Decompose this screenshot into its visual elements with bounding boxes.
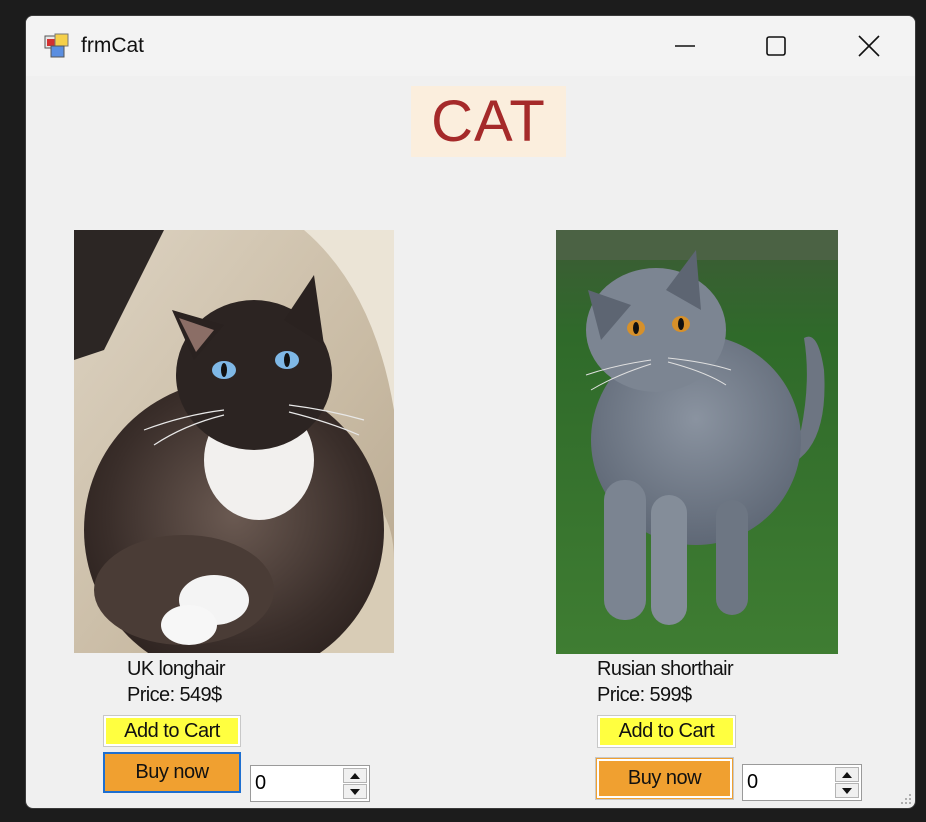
- arrow-up-icon: [350, 772, 360, 779]
- quantity-stepper-2[interactable]: [742, 764, 862, 801]
- minimize-icon: [675, 45, 695, 47]
- increment-button-1[interactable]: [343, 768, 367, 783]
- quantity-stepper-1[interactable]: [250, 765, 370, 802]
- product-image-uk-longhair: [74, 230, 394, 653]
- product-name-1: UK longhair: [127, 658, 226, 680]
- app-form-icon: [44, 33, 69, 58]
- close-button[interactable]: [846, 28, 892, 64]
- form-window: frmCat CAT UK longhair Price: 549$ Add t…: [25, 15, 916, 809]
- quantity-input-1[interactable]: [255, 768, 335, 798]
- product-image-rusian-shorthair: [556, 230, 838, 654]
- close-icon: [858, 35, 880, 57]
- page-title: CAT: [411, 86, 566, 157]
- quantity-input-2[interactable]: [747, 767, 827, 797]
- product-price-1: Price: 549$: [127, 684, 222, 706]
- longhair-cat-picture: [74, 230, 394, 653]
- buy-now-button-2[interactable]: Buy now: [595, 757, 734, 800]
- decrement-button-2[interactable]: [835, 783, 859, 798]
- title-bar[interactable]: frmCat: [26, 16, 915, 76]
- window-title: frmCat: [81, 34, 144, 57]
- arrow-up-icon: [842, 771, 852, 778]
- product-name-2: Rusian shorthair: [597, 658, 734, 680]
- resize-grip-icon[interactable]: [899, 792, 913, 806]
- buy-now-button-1[interactable]: Buy now: [103, 752, 241, 793]
- product-price-2: Price: 599$: [597, 684, 692, 706]
- maximize-button[interactable]: [753, 28, 799, 64]
- arrow-down-icon: [350, 788, 360, 795]
- shorthair-cat-picture: [556, 230, 838, 654]
- add-to-cart-button-2[interactable]: Add to Cart: [597, 715, 736, 748]
- add-to-cart-button-1[interactable]: Add to Cart: [103, 715, 241, 747]
- increment-button-2[interactable]: [835, 767, 859, 782]
- arrow-down-icon: [842, 787, 852, 794]
- minimize-button[interactable]: [662, 28, 708, 64]
- decrement-button-1[interactable]: [343, 784, 367, 799]
- maximize-icon: [766, 36, 786, 56]
